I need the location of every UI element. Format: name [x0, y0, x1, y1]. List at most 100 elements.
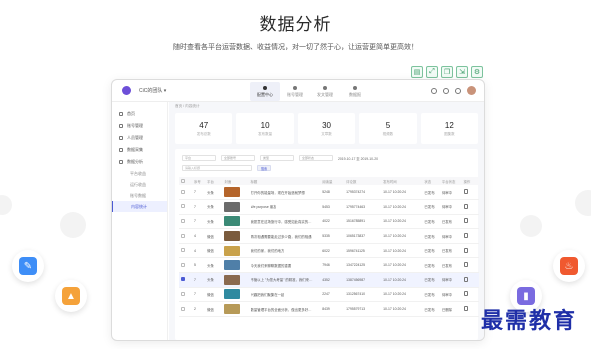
- doc-icon[interactable]: ▤: [411, 66, 423, 78]
- row-select-cell[interactable]: [179, 301, 193, 317]
- row-checkbox[interactable]: [181, 291, 185, 296]
- stat-card: 10 发布数量: [236, 113, 294, 144]
- row-checkbox[interactable]: [181, 248, 185, 253]
- table-row[interactable]: 7头条 不管以上 "为您大考量" 的精准，我们来到了 "采集系统" 的界面 4352…: [179, 272, 479, 288]
- search-button[interactable]: 搜索: [257, 165, 271, 171]
- delete-icon[interactable]: [463, 306, 468, 312]
- stat-label: 视频数: [382, 131, 394, 136]
- row-title[interactable]: 我愿意在这场旅行中，感受如此真实的一切与人生: [251, 219, 313, 224]
- row-time: 10-17 10:20:24: [381, 301, 423, 317]
- row-title[interactable]: 兴趣把我们聚集在一起: [251, 292, 285, 297]
- row-comments: 1387456987: [344, 272, 382, 288]
- cover-thumbnail[interactable]: [224, 216, 241, 227]
- tab-config[interactable]: 配置中心: [250, 82, 280, 101]
- row-select-cell[interactable]: [179, 257, 193, 274]
- row-title-cell: 兴趣把我们聚集在一起: [248, 287, 321, 303]
- table-row[interactable]: 2微信 数量管理平台的全面分析，做出更多好的运营，我们在做数据的道路上 843917…: [179, 301, 479, 317]
- row-select-cell[interactable]: [179, 243, 193, 259]
- sidebar-item-collect[interactable]: 数据采集: [112, 144, 167, 156]
- cover-thumbnail[interactable]: [224, 187, 241, 198]
- delete-icon[interactable]: [463, 276, 468, 282]
- tab-posts[interactable]: 发文管理: [310, 82, 340, 101]
- row-checkbox[interactable]: [181, 277, 185, 282]
- account-select[interactable]: 全部账号: [221, 155, 255, 161]
- row-platform: 头条: [205, 185, 223, 201]
- row-checkbox[interactable]: [181, 262, 185, 267]
- delete-icon[interactable]: [463, 291, 468, 297]
- row-title[interactable]: 数量管理平台的全面分析，做出更多好的运营，我们在做数据的道路上: [251, 307, 313, 312]
- tab-accounts[interactable]: 账号管理: [280, 82, 310, 101]
- row-select-cell[interactable]: [179, 185, 193, 201]
- sidebar-item-home[interactable]: 首页: [112, 108, 167, 120]
- row-comments: 1065173837: [344, 228, 382, 244]
- table-row[interactable]: 7 头条 打开你的能量场，现在开始造就梦想 5248 1795374274 10-17 1…: [179, 185, 479, 201]
- delete-icon[interactable]: [463, 203, 468, 209]
- avatar[interactable]: [467, 86, 476, 95]
- cover-thumbnail[interactable]: [224, 231, 241, 242]
- page-subtitle: 随时查看各平台运营数据、收益情况，对一切了然于心，让运营更简单更高效！: [173, 44, 418, 51]
- table-row[interactable]: 7头条 我愿意在这场旅行中，感受如此真实的一切与人生 402215167858911…: [179, 214, 479, 230]
- row-status: 已发布: [422, 214, 440, 230]
- table-row[interactable]: 5 头条 今天我们来聊聊数据的重要 7946 1347224125 10-17 10:20…: [179, 257, 479, 274]
- row-select-cell[interactable]: [179, 214, 193, 230]
- row-platform-status: 已删除: [439, 301, 462, 317]
- status-select[interactable]: 全部状态: [299, 155, 333, 161]
- row-title[interactable]: 我们的家，我们的地方: [251, 248, 285, 253]
- row-checkbox[interactable]: [181, 306, 185, 311]
- select-all-checkbox[interactable]: [181, 178, 185, 183]
- sidebar-sub-run-revenue[interactable]: 运行收益: [112, 179, 167, 190]
- row-select-cell[interactable]: [179, 228, 193, 244]
- delete-icon[interactable]: [463, 233, 468, 239]
- cover-thumbnail[interactable]: [224, 274, 241, 285]
- notification-icon[interactable]: [431, 87, 437, 94]
- table-row[interactable]: 7 微信 兴趣把我们聚集在一起 2247 1312567410 10-17 10:20:2…: [179, 287, 479, 303]
- copy-icon[interactable]: ❐: [441, 66, 453, 78]
- watermark: 最需教育: [480, 308, 577, 334]
- help-icon[interactable]: [443, 87, 449, 94]
- team-selector[interactable]: CiC的团队 ▾: [139, 87, 166, 94]
- sidebar-sub-account-data[interactable]: 账号数据: [112, 190, 167, 201]
- row-checkbox[interactable]: [181, 218, 185, 223]
- cover-thumbnail[interactable]: [224, 245, 241, 256]
- sidebar-item-people[interactable]: 人员管理: [112, 132, 167, 144]
- row-title[interactable]: 再次相遇需要能走过多少路，我们的相遇: [251, 234, 312, 239]
- row-select-cell[interactable]: [179, 272, 193, 288]
- row-title[interactable]: 不管以上 "为您大考量" 的精准，我们来到了 "采集系统" 的界面: [251, 277, 313, 282]
- row-checkbox[interactable]: [181, 204, 185, 209]
- cover-thumbnail[interactable]: [224, 260, 241, 271]
- cover-thumbnail[interactable]: [224, 201, 241, 212]
- row-title[interactable]: 打开你的能量场，现在开始造就梦想: [251, 190, 305, 195]
- export-icon[interactable]: ⇲: [456, 66, 468, 78]
- expand-icon[interactable]: ⤢: [426, 66, 438, 78]
- select-all-cell[interactable]: [179, 177, 193, 185]
- settings-icon[interactable]: ⚙: [471, 66, 483, 78]
- delete-icon[interactable]: [463, 189, 468, 195]
- search-input[interactable]: 请输入标题: [182, 165, 252, 171]
- table-row[interactable]: 4 微信 再次相遇需要能走过多少路，我们的相遇 5335 1065173837 10-17…: [179, 228, 479, 244]
- table-row[interactable]: 7 头条 We purpose 朋友 5453 1795774463 10-17 10:2…: [179, 199, 479, 215]
- date-range[interactable]: 2019-10-17 至 2019-10-20: [338, 156, 378, 161]
- sidebar-item-analysis[interactable]: 数据分析: [112, 156, 167, 168]
- type-select[interactable]: 类型: [260, 155, 294, 161]
- row-checkbox[interactable]: [181, 233, 185, 238]
- row-checkbox[interactable]: [181, 189, 185, 194]
- settings-icon[interactable]: [455, 87, 461, 94]
- delete-icon[interactable]: [463, 218, 468, 224]
- cover-thumbnail[interactable]: [224, 289, 241, 300]
- platform-select[interactable]: 平台: [182, 155, 216, 161]
- row-title[interactable]: 今天我们来聊聊数据的重要: [251, 263, 292, 268]
- row-select-cell[interactable]: [179, 287, 193, 303]
- sidebar-sub-content-stats[interactable]: 内容统计: [112, 201, 167, 212]
- logo[interactable]: [122, 86, 131, 95]
- row-title[interactable]: We purpose 朋友: [251, 204, 277, 209]
- tab-data[interactable]: 数据报: [340, 82, 370, 101]
- sidebar-item-accounts[interactable]: 账号管理: [112, 120, 167, 132]
- row-platform: 头条: [205, 272, 223, 288]
- delete-icon[interactable]: [463, 247, 468, 253]
- stat-label: 文章数: [321, 131, 332, 136]
- sidebar-sub-platform-revenue[interactable]: 平台收益: [112, 168, 167, 179]
- cover-thumbnail[interactable]: [224, 304, 241, 315]
- row-select-cell[interactable]: [179, 199, 193, 215]
- delete-icon[interactable]: [463, 262, 468, 268]
- table-row[interactable]: 4 微信 我们的家，我们的地方 6022 1596741125 10-17 10:20:2…: [179, 243, 479, 259]
